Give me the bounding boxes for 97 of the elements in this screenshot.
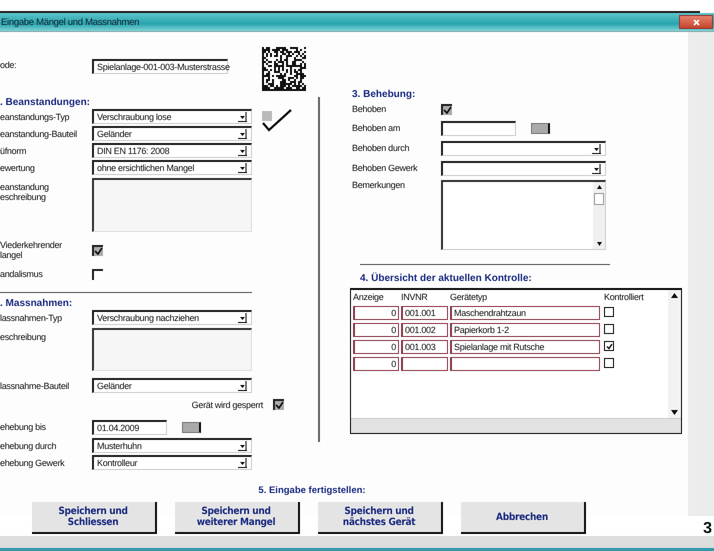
checkbox[interactable] (604, 324, 614, 334)
checkbox[interactable] (604, 341, 614, 352)
text-area[interactable] (92, 328, 252, 371)
close-icon (692, 18, 700, 26)
action-button[interactable]: Abbrechen (460, 502, 586, 534)
field-label: Bemerkungen (352, 180, 406, 190)
dropdown-arrow-icon (238, 163, 247, 173)
field-label: Behoben Gewerk (352, 163, 418, 173)
field-label: Behoben (352, 104, 387, 114)
checkbox[interactable] (92, 244, 103, 256)
dropdown-field[interactable]: Geländer (92, 126, 252, 141)
dropdown-arrow-icon (238, 458, 247, 468)
field-label: andalismus (0, 269, 44, 279)
table-cell[interactable]: 0 (353, 340, 399, 354)
field-label: Viederkehrender langel (0, 240, 63, 260)
dropdown-field[interactable]: Kontrolleur (92, 455, 252, 470)
section-heading: 4. Übersicht der aktuellen Kontrolle: (360, 273, 533, 284)
check-icon (606, 342, 612, 350)
text-area[interactable] (441, 180, 606, 250)
scroll-thumb[interactable] (594, 192, 604, 204)
text-area[interactable] (92, 178, 252, 232)
checkbox[interactable] (604, 358, 614, 368)
window-title: Eingabe Mängel und Massnahmen (0, 16, 140, 28)
section-heading: . Massnahmen: (0, 298, 74, 309)
column-header: Gerätetyp (450, 292, 488, 302)
action-button[interactable]: Speichern und Schliessen (32, 502, 156, 534)
field-label: eanstandung eschreibung (0, 182, 50, 202)
dropdown-field[interactable]: Geländer (92, 378, 252, 393)
checkmark-icon (260, 108, 294, 132)
field-label: Behoben durch (352, 143, 410, 153)
field-label: eanstandungs-Typ (0, 112, 70, 122)
date-field[interactable] (441, 120, 516, 136)
column-header: Kontrolliert (603, 292, 644, 302)
dropdown-field[interactable]: ohne ersichtlichen Mangel (92, 160, 252, 175)
dropdown-field[interactable]: DIN EN 1176: 2008 (92, 143, 252, 158)
table-cell[interactable] (401, 356, 448, 370)
dropdown-arrow-icon (592, 144, 601, 154)
dropdown-field[interactable]: Verschraubung nachziehen (92, 310, 252, 325)
scroll-up-icon[interactable] (596, 185, 602, 189)
table-cell[interactable]: 001.002 (401, 322, 448, 336)
dropdown-arrow-icon (238, 441, 247, 451)
checkbox[interactable] (604, 306, 614, 316)
table-cell[interactable]: Papierkorb 1-2 (450, 322, 600, 336)
section-heading: . Beanstandungen: (0, 97, 92, 108)
scroll-down-icon[interactable] (596, 242, 602, 246)
action-button[interactable]: Speichern und weiterer Mangel (174, 502, 300, 534)
action-button[interactable]: Speichern und nächstes Gerät (318, 502, 442, 534)
checkbox[interactable] (441, 104, 452, 114)
code-field[interactable]: Spielanlage-001-003-Musterstrasse (92, 59, 228, 74)
field-label: ewertung (0, 162, 36, 172)
dropdown-arrow-icon (238, 129, 247, 139)
date-field[interactable]: 01.04.2009 (92, 420, 167, 434)
table-cell[interactable]: Spielanlage mit Rutsche (450, 340, 600, 354)
column-header: Anzeige (353, 292, 384, 302)
scroll-up-icon[interactable] (671, 293, 678, 298)
field-label: ehebung durch (0, 440, 58, 450)
dropdown-arrow-icon (238, 112, 247, 122)
date-picker-button[interactable] (531, 122, 550, 134)
field-label: Behoben am (352, 123, 402, 133)
check-icon (94, 246, 103, 256)
field-label: üfnorm (0, 146, 28, 156)
dropdown-arrow-icon (238, 313, 247, 323)
dropdown-arrow-icon (238, 146, 247, 156)
table-cell[interactable]: Maschendrahtzaun (450, 306, 600, 320)
field-label: eschreibung (0, 332, 47, 342)
field-label: ode: (0, 60, 18, 70)
field-label: lassnahmen-Typ (0, 312, 63, 322)
section-heading: 3. Behebung: (352, 89, 416, 100)
section-heading: 5. Eingabe fertigstellen: (258, 485, 366, 496)
checkbox[interactable] (273, 399, 284, 410)
table-cell[interactable]: 001.001 (401, 306, 448, 320)
field-label: eanstandung-Bauteil (0, 128, 78, 138)
dropdown-field[interactable]: Verschraubung lose (92, 109, 252, 124)
table-cell[interactable] (450, 356, 600, 370)
dropdown-field[interactable]: Musterhuhn (92, 438, 252, 453)
date-picker-button[interactable] (182, 422, 201, 432)
scrollbar[interactable] (593, 182, 605, 249)
dropdown-arrow-icon (238, 381, 247, 391)
table-cell[interactable]: 0 (353, 306, 399, 320)
column-header: INVNR (401, 292, 429, 302)
table-cell[interactable]: 0 (353, 356, 399, 370)
table-cell[interactable]: 0 (353, 322, 399, 336)
close-button[interactable] (679, 15, 713, 29)
field-label: Gerät wird gesperrt (192, 400, 263, 410)
field-label: ehebung bis (0, 422, 47, 432)
scroll-down-icon[interactable] (671, 410, 678, 415)
table-cell[interactable]: 001.003 (401, 340, 448, 354)
matrix-code-icon (262, 47, 306, 91)
dropdown-field[interactable] (441, 140, 606, 156)
dropdown-arrow-icon (592, 164, 601, 174)
dropdown-field[interactable] (441, 160, 606, 176)
check-icon (443, 106, 452, 114)
field-label: ehebung Gewerk (0, 458, 66, 468)
scrollbar[interactable] (668, 290, 681, 418)
check-icon (275, 401, 284, 410)
field-label: lassnahme-Bauteil (0, 380, 70, 390)
page-number: 3 (703, 520, 712, 538)
